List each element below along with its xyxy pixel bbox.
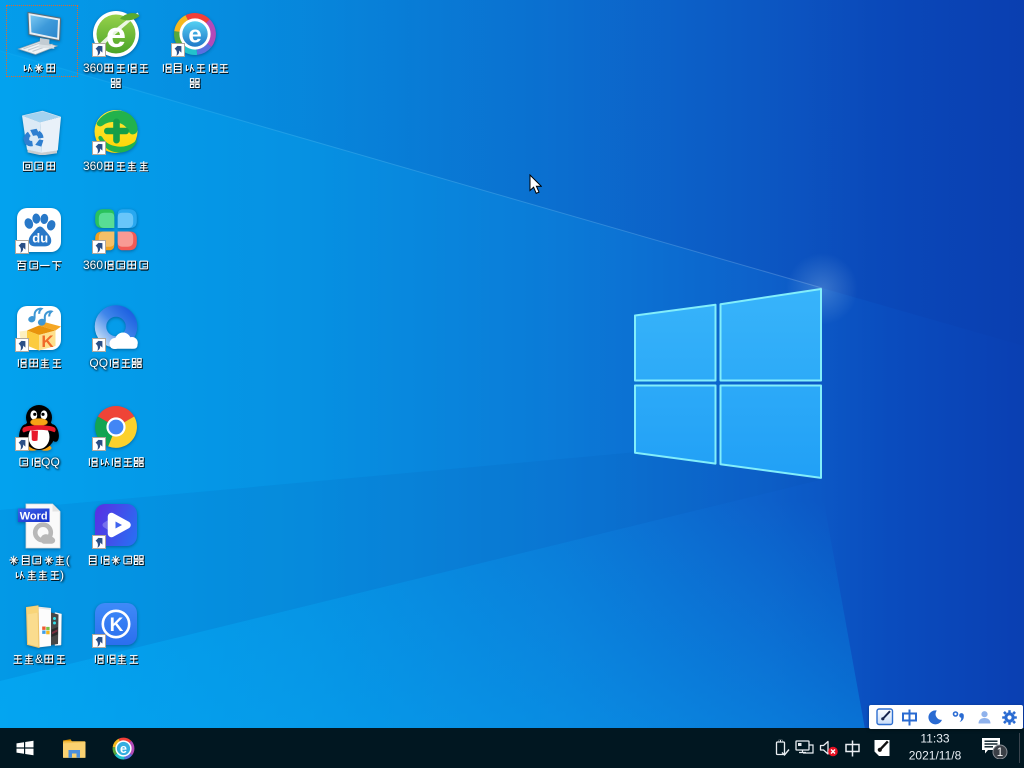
svg-text:K: K xyxy=(41,332,54,351)
svg-text:2021/11/8: 2021/11/8 xyxy=(909,749,962,763)
svg-text:11:33: 11:33 xyxy=(920,732,949,746)
svg-text:e: e xyxy=(120,741,127,755)
svg-text:K: K xyxy=(110,615,124,636)
svg-text:du: du xyxy=(32,231,48,246)
svg-text:Word: Word xyxy=(20,510,48,522)
svg-text:1: 1 xyxy=(996,747,1002,759)
svg-text:e: e xyxy=(106,14,126,55)
svg-text:e: e xyxy=(188,22,201,49)
